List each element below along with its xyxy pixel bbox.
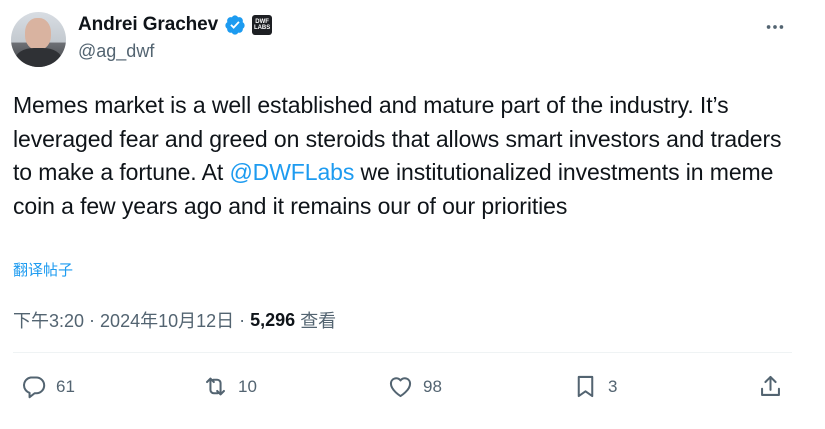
meta-separator: · [239,309,246,330]
display-name[interactable]: Andrei Grachev [78,14,218,36]
heart-icon [389,377,412,398]
translate-post-link[interactable]: 翻译帖子 [13,259,73,280]
retweet-button[interactable]: 10 [202,373,257,400]
tweet-time[interactable]: 下午3:20 [13,307,84,333]
share-button[interactable] [757,373,784,400]
like-count: 98 [423,376,442,396]
author-handle[interactable]: @ag_dwf [78,41,154,62]
reply-icon [23,376,46,399]
author-name-row: Andrei Grachev DWF LABS [78,13,273,37]
affiliate-badge-line2: LABS [253,25,271,31]
verified-badge-icon [224,14,246,36]
reply-count: 61 [56,376,75,396]
like-button[interactable]: 98 [387,373,442,400]
retweet-count: 10 [238,376,257,396]
action-bar: 61 10 98 3 [0,365,825,409]
affiliate-badge-icon[interactable]: DWF LABS [252,15,273,35]
mention-link[interactable]: @DWFLabs [229,159,354,185]
retweet-icon [206,377,225,396]
bookmark-count: 3 [608,376,618,396]
bookmark-icon [577,375,594,398]
avatar-face [25,18,51,50]
avatar-shirt [15,48,62,67]
tweet-meta: 下午3:20 · 2024年10月12日 · 5,296 查看 [13,307,336,333]
avatar[interactable] [11,12,66,67]
tweet-date[interactable]: 2024年10月12日 [100,307,234,333]
views-label[interactable]: 查看 [300,307,336,333]
divider [13,352,792,353]
more-options-button[interactable] [764,16,786,38]
share-icon [761,375,780,396]
tweet-text: Memes market is a well established and m… [13,89,793,223]
more-dots-icon [766,25,784,29]
bookmark-button[interactable]: 3 [572,373,617,400]
meta-separator: · [89,309,96,330]
reply-button[interactable]: 61 [20,373,75,400]
views-count[interactable]: 5,296 [250,310,295,331]
